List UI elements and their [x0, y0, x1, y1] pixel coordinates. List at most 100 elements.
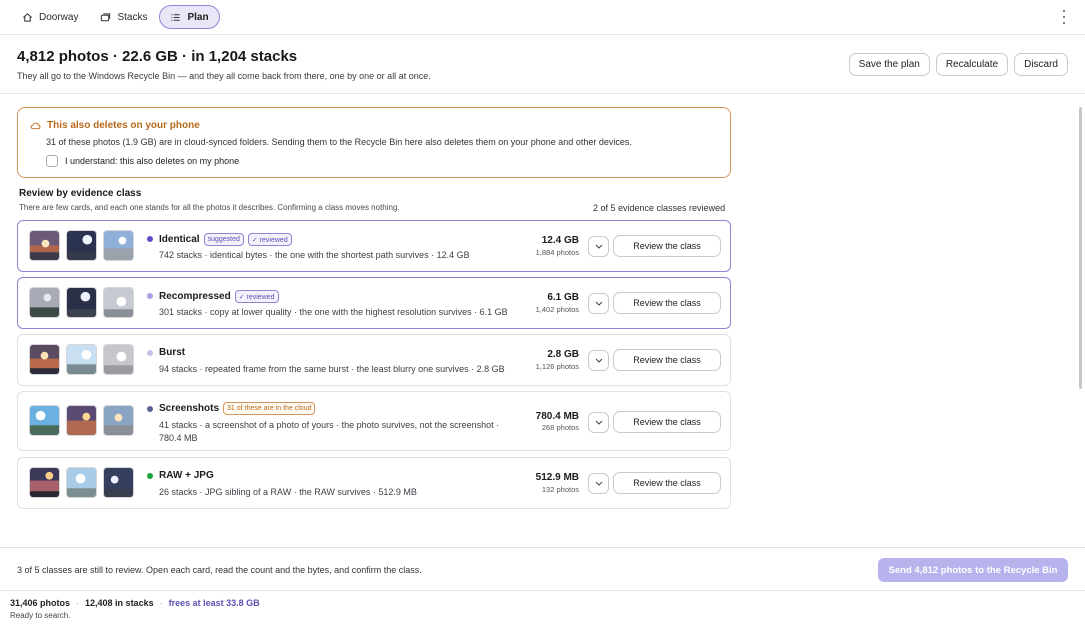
photo-thumbnail[interactable]	[29, 405, 60, 436]
review-class-button[interactable]: Review the class	[613, 349, 721, 371]
chevron-down-icon	[595, 358, 602, 363]
review-class-button[interactable]: Review the class	[613, 411, 721, 433]
expand-card-button[interactable]	[588, 412, 609, 433]
class-description: 94 stacks · repeated frame from the same…	[159, 364, 505, 374]
thumbnail-strip	[29, 230, 134, 261]
class-description: 742 stacks · identical bytes · the one w…	[159, 250, 470, 260]
discard-button[interactable]: Discard	[1014, 53, 1068, 76]
expand-card-button[interactable]	[588, 473, 609, 494]
class-size: 780.4 MB	[535, 411, 579, 422]
send-to-recycle-bin-button[interactable]: Send 4,812 photos to the Recycle Bin	[878, 558, 1068, 582]
expand-card-button[interactable]	[588, 350, 609, 371]
photo-thumbnail[interactable]	[29, 287, 60, 318]
chevron-down-icon	[595, 244, 602, 249]
list-icon	[171, 13, 181, 21]
photo-thumbnail[interactable]	[103, 405, 134, 436]
expand-card-button[interactable]	[588, 293, 609, 314]
class-name: Screenshots	[159, 403, 220, 414]
photo-thumbnail[interactable]	[103, 467, 134, 498]
tab-stacks[interactable]: Stacks	[90, 5, 157, 29]
top-nav: Doorway Stacks Plan	[0, 0, 1085, 35]
tab-doorway[interactable]: Doorway	[12, 5, 88, 29]
class-size: 512.9 MB	[535, 472, 579, 483]
photo-thumbnail[interactable]	[66, 405, 97, 436]
class-card-screenshots[interactable]: Screenshots 31 of these are in the cloud…	[17, 391, 731, 451]
cloud-icon	[30, 122, 41, 130]
more-menu-icon[interactable]	[1061, 10, 1067, 24]
plan-footer: 3 of 5 classes are still to review. Open…	[0, 547, 1085, 591]
class-description: 41 stacks · a screenshot of a photo of y…	[159, 420, 500, 443]
class-card-recompressed[interactable]: Recompressed ✓ reviewed 301 stacks · cop…	[17, 277, 731, 329]
page-title: 4,812 photos · 22.6 GB · in 1,204 stacks	[17, 48, 298, 65]
class-dot	[147, 236, 153, 242]
class-dot	[147, 293, 153, 299]
thumbnail-strip	[29, 467, 134, 498]
cloud-badge: 31 of these are in the cloud	[223, 402, 316, 415]
photo-thumbnail[interactable]	[29, 467, 60, 498]
thumbnail-strip	[29, 344, 134, 375]
review-class-button[interactable]: Review the class	[613, 235, 721, 257]
reviewed-badge: ✓ reviewed	[247, 233, 292, 246]
total-photos: 31,406 photos	[10, 598, 71, 608]
warning-body: 31 of these photos (1.9 GB) are in cloud…	[46, 137, 632, 147]
class-card-raw-jpg[interactable]: RAW + JPG 26 stacks · JPG sibling of a R…	[17, 457, 731, 509]
chevron-down-icon	[595, 420, 602, 425]
review-class-button[interactable]: Review the class	[613, 292, 721, 314]
class-name: Recompressed	[159, 291, 231, 302]
class-photo-count: 1,402 photos	[535, 305, 579, 314]
photo-thumbnail[interactable]	[103, 287, 134, 318]
class-card-identical[interactable]: Identical suggested ✓ reviewed 742 stack…	[17, 220, 731, 272]
cloud-warning: This also deletes on your phone 31 of th…	[17, 107, 731, 178]
separator: ·	[76, 598, 80, 608]
checkbox-label: I understand: this also deletes on my ph…	[65, 156, 240, 166]
class-size: 2.8 GB	[547, 349, 579, 360]
class-photo-count: 1,884 photos	[535, 248, 579, 257]
stacks-icon	[101, 12, 111, 21]
footer-message: 3 of 5 classes are still to review. Open…	[17, 565, 422, 575]
section-subtitle: There are few cards, and each one stands…	[19, 203, 400, 212]
reviewed-badge: ✓ reviewed	[234, 290, 279, 303]
photo-thumbnail[interactable]	[66, 467, 97, 498]
expand-card-button[interactable]	[588, 236, 609, 257]
class-dot	[147, 473, 153, 479]
chevron-down-icon	[595, 301, 602, 306]
class-description: 301 stacks · copy at lower quality · the…	[159, 307, 508, 317]
tab-label: Plan	[187, 11, 209, 23]
class-card-burst[interactable]: Burst 94 stacks · repeated frame from th…	[17, 334, 731, 386]
photo-thumbnail[interactable]	[29, 344, 60, 375]
photo-thumbnail[interactable]	[103, 230, 134, 261]
class-dot	[147, 406, 153, 412]
suggested-badge: suggested	[203, 233, 244, 246]
class-name: RAW + JPG	[159, 470, 214, 481]
photo-thumbnail[interactable]	[29, 230, 60, 261]
stacked-photos: 12,408 in stacks	[85, 598, 154, 608]
class-size: 6.1 GB	[547, 292, 579, 303]
tab-plan[interactable]: Plan	[159, 5, 220, 29]
review-class-button[interactable]: Review the class	[613, 472, 721, 494]
class-size: 12.4 GB	[541, 235, 579, 246]
thumbnail-strip	[29, 287, 134, 318]
photo-thumbnail[interactable]	[103, 344, 134, 375]
class-photo-count: 268 photos	[541, 423, 579, 432]
page-subtitle: They all go to the Windows Recycle Bin —…	[17, 71, 431, 81]
class-description: 26 stacks · JPG sibling of a RAW · the R…	[159, 487, 417, 497]
photo-thumbnail[interactable]	[66, 344, 97, 375]
status-state: Ready to search.	[10, 611, 71, 620]
chevron-down-icon	[595, 481, 602, 486]
class-photo-count: 1,126 photos	[535, 362, 579, 371]
class-name: Burst	[159, 347, 186, 358]
save-plan-button[interactable]: Save the plan	[848, 53, 930, 76]
understand-checkbox-row[interactable]: I understand: this also deletes on my ph…	[46, 155, 239, 167]
reviewed-count: 2 of 5 evidence classes reviewed	[593, 203, 726, 213]
section-title: Review by evidence class	[19, 188, 142, 199]
understand-checkbox[interactable]	[46, 155, 58, 167]
scrollbar[interactable]	[1079, 107, 1082, 389]
photo-thumbnail[interactable]	[66, 230, 97, 261]
frees-amount: frees at least 33.8 GB	[168, 598, 260, 608]
warning-title: This also deletes on your phone	[30, 120, 200, 131]
header-actions: Save the plan Recalculate Discard	[848, 53, 1068, 76]
page-header: 4,812 photos · 22.6 GB · in 1,204 stacks…	[0, 35, 1085, 94]
tab-label: Stacks	[117, 11, 148, 23]
recalculate-button[interactable]: Recalculate	[935, 53, 1009, 76]
photo-thumbnail[interactable]	[66, 287, 97, 318]
